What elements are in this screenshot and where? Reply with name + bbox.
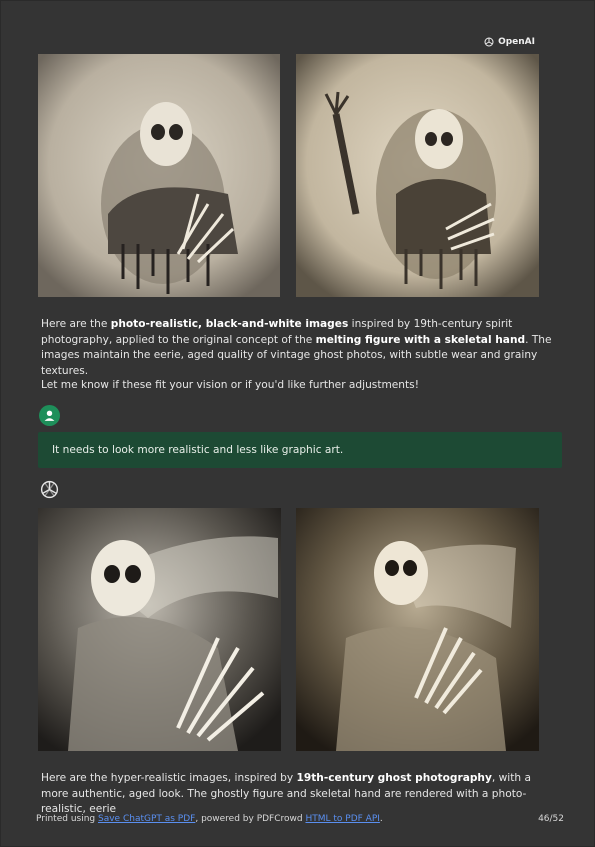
user-message-bubble: It needs to look more realistic and less… [38, 432, 562, 468]
assistant-message-2-paragraph-1: Here are the hyper-realistic images, ins… [41, 771, 561, 818]
page-number: 46/52 [538, 814, 564, 824]
chatgpt-logo-icon [40, 480, 59, 499]
openai-logo-icon [484, 37, 494, 47]
text-run: Here are the hyper-realistic images, ins… [41, 772, 297, 784]
assistant-message-1-paragraph-1: Here are the photo-realistic, black-and-… [41, 317, 561, 379]
generated-image-1[interactable] [38, 54, 280, 297]
user-avatar [39, 405, 60, 426]
footer-credit: Printed using Save ChatGPT as PDF, power… [36, 814, 383, 824]
chat-export-page: OpenAI Here are the photo-realistic, bla… [0, 0, 595, 847]
save-chatgpt-as-pdf-link[interactable]: Save ChatGPT as PDF [98, 814, 195, 824]
assistant-message-1-paragraph-2: Let me know if these fit your vision or … [41, 379, 419, 391]
footer-text: . [379, 814, 383, 824]
openai-brand: OpenAI [483, 36, 535, 48]
print-footer: Printed using Save ChatGPT as PDF, power… [36, 814, 564, 824]
generated-image-3[interactable] [38, 508, 281, 751]
text-run: Here are the [41, 318, 111, 330]
generated-image-2[interactable] [296, 54, 539, 297]
footer-text: Printed using [36, 814, 98, 824]
bold-text: melting figure with a skeletal hand [315, 333, 526, 346]
footer-text: , powered by PDFCrowd [195, 814, 306, 824]
html-to-pdf-api-link[interactable]: HTML to PDF API [305, 814, 379, 824]
user-icon [44, 410, 55, 421]
bold-text: 19th-century ghost photography [296, 772, 492, 784]
generated-image-4[interactable] [296, 508, 539, 751]
bold-text: photo-realistic, black-and-white images [110, 318, 349, 330]
brand-name: OpenAI [498, 37, 535, 47]
user-message-text: It needs to look more realistic and less… [52, 444, 344, 456]
